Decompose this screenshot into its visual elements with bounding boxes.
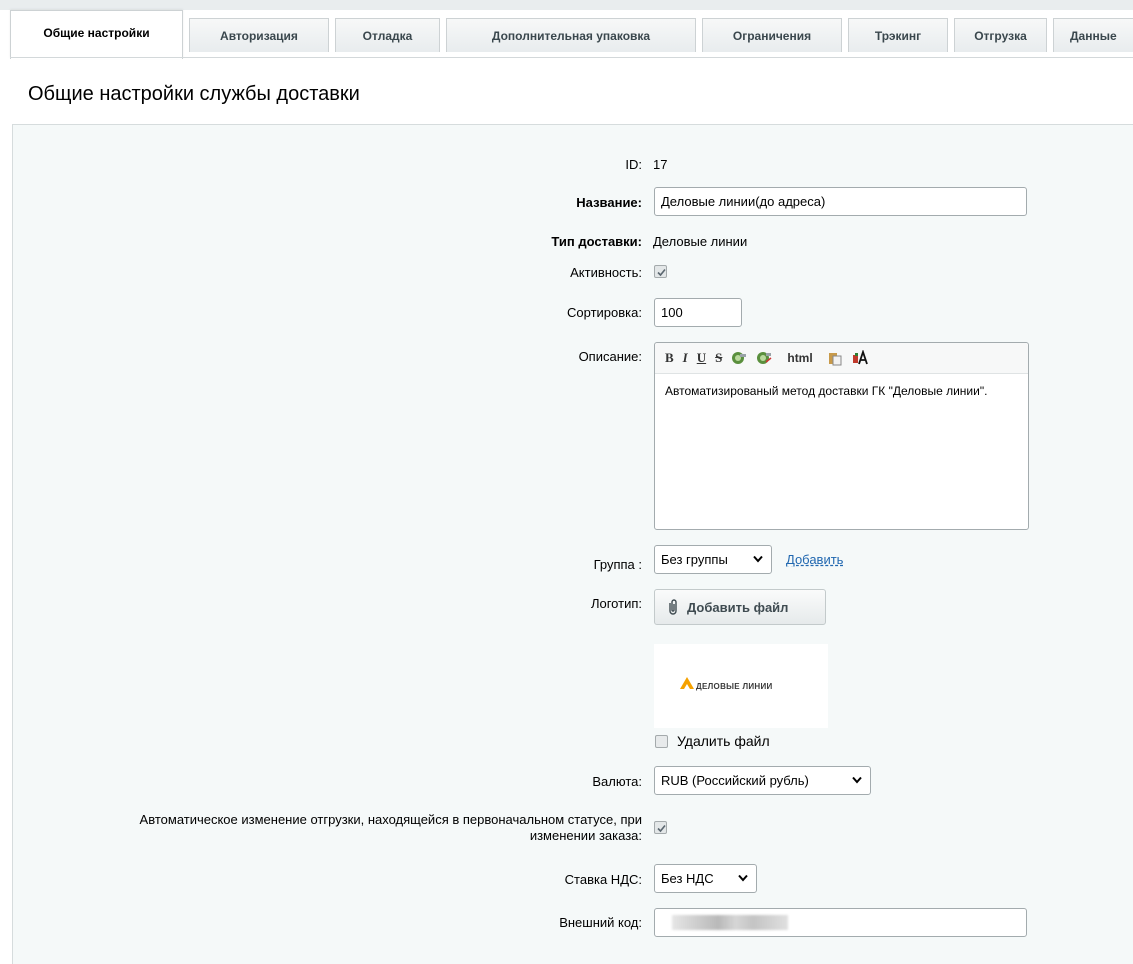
tab-tracking[interactable]: Трэкинг — [848, 18, 948, 52]
add-group-link[interactable]: Добавить — [786, 552, 843, 567]
sort-label: Сортировка: — [567, 305, 642, 320]
external-code-label: Внешний код: — [559, 915, 642, 930]
vat-label: Ставка НДС: — [564, 872, 642, 887]
add-file-label: Добавить файл — [687, 599, 789, 615]
paperclip-icon — [669, 599, 677, 615]
delete-file-checkbox[interactable] — [655, 735, 668, 748]
vat-select-value: Без НДС — [661, 871, 714, 886]
tab-bar: Общие настройки Авторизация Отладка Допо… — [10, 10, 1133, 59]
tab-debug[interactable]: Отладка — [335, 18, 440, 52]
logo-label: Логотип: — [590, 596, 642, 611]
name-label: Название: — [576, 195, 642, 210]
currency-label: Валюта: — [592, 774, 642, 789]
page-title: Общие настройки службы доставки — [28, 83, 360, 105]
tab-restrictions[interactable]: Ограничения — [702, 18, 842, 52]
group-label: Группа : — [593, 557, 642, 572]
name-input[interactable]: Деловые линии(до адреса) — [654, 187, 1027, 216]
sort-input[interactable]: 100 — [654, 298, 742, 327]
logo-preview: ДЕЛОВЫЕ ЛИНИИ — [654, 644, 828, 728]
html-button[interactable]: html — [787, 348, 812, 368]
dellin-logo: ДЕЛОВЫЕ ЛИНИИ — [680, 677, 773, 691]
currency-select-value: RUB (Российский рубль) — [661, 773, 809, 788]
underline-button[interactable]: U — [697, 348, 706, 368]
chevron-down-icon — [753, 555, 763, 563]
delete-file-label: Удалить файл — [677, 733, 770, 749]
group-select[interactable]: Без группы — [654, 545, 772, 574]
check-icon — [657, 824, 666, 833]
tab-shipment[interactable]: Отгрузка — [954, 18, 1047, 52]
auto-change-label-line1: Автоматическое изменение отгрузки, наход… — [139, 812, 642, 827]
active-label: Активность: — [570, 265, 642, 280]
link-icon[interactable] — [731, 348, 747, 368]
bold-button[interactable]: B — [665, 348, 674, 368]
id-value: 17 — [653, 157, 668, 172]
redacted-value — [672, 915, 788, 930]
top-strip — [0, 0, 1133, 10]
svg-text:ДЕЛОВЫЕ ЛИНИИ: ДЕЛОВЫЕ ЛИНИИ — [696, 682, 773, 691]
description-text[interactable]: Автоматизированый метод доставки ГК "Дел… — [655, 374, 1028, 409]
add-file-button[interactable]: Добавить файл — [654, 589, 826, 625]
currency-select[interactable]: RUB (Российский рубль) — [654, 766, 871, 795]
left-edge — [0, 58, 12, 964]
unlink-icon[interactable] — [756, 348, 772, 368]
paste-icon[interactable] — [827, 348, 843, 368]
auto-change-checkbox[interactable] — [654, 821, 667, 834]
auto-change-label-line2: изменении заказа: — [529, 828, 642, 843]
editor-toolbar: B I U S html — [655, 343, 1028, 374]
active-checkbox[interactable] — [654, 265, 667, 278]
font-icon[interactable] — [852, 348, 870, 368]
tab-extra-packaging[interactable]: Дополнительная упаковка — [446, 18, 696, 52]
delivery-type-label: Тип доставки: — [551, 234, 642, 249]
id-label: ID: — [625, 157, 642, 172]
group-select-value: Без группы — [661, 552, 728, 567]
chevron-down-icon — [738, 874, 748, 882]
description-label: Описание: — [578, 349, 642, 364]
italic-button[interactable]: I — [683, 348, 688, 368]
tab-general-settings[interactable]: Общие настройки — [10, 10, 183, 59]
strikethrough-button[interactable]: S — [715, 348, 722, 368]
vat-select[interactable]: Без НДС — [654, 864, 757, 893]
check-icon — [657, 268, 666, 277]
delivery-type-value: Деловые линии — [653, 234, 748, 249]
tabs-divider — [10, 57, 1133, 58]
tab-data[interactable]: Данные — [1053, 18, 1133, 52]
chevron-down-icon — [852, 776, 862, 784]
description-editor[interactable]: B I U S html Автоматизированый метод дос… — [654, 342, 1029, 530]
tab-authorization[interactable]: Авторизация — [189, 18, 329, 52]
